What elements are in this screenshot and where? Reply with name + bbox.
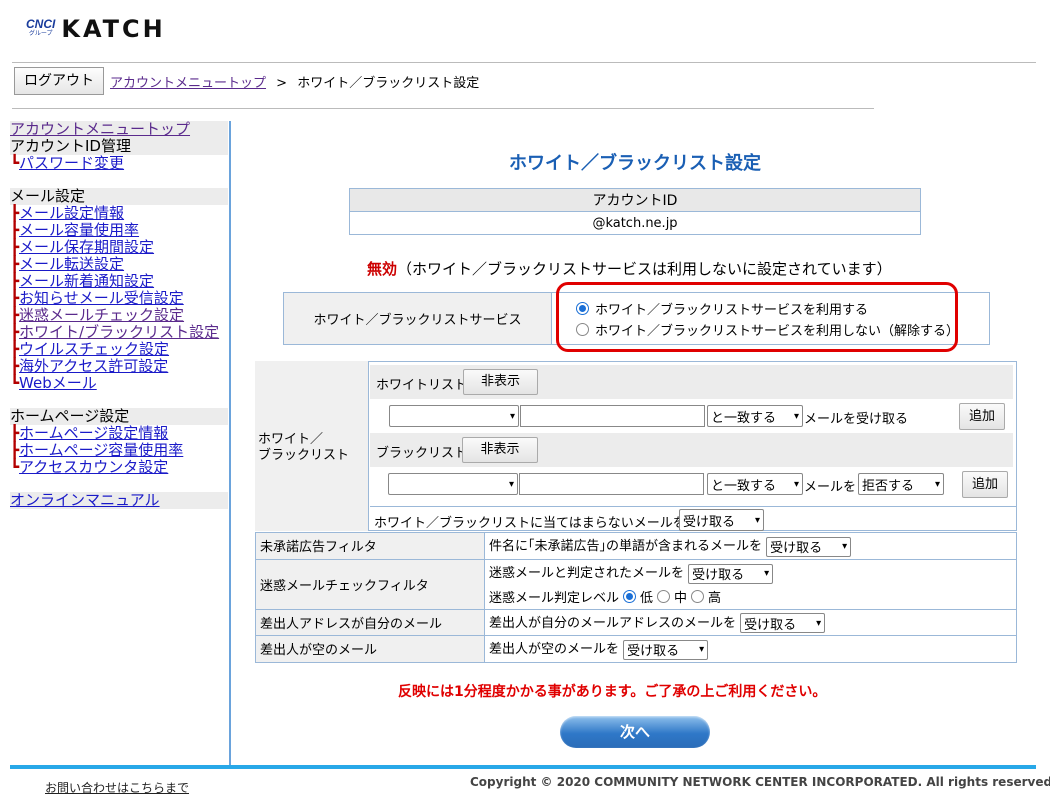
sidebar-link-account-top[interactable]: アカウントメニュートップ <box>10 120 190 138</box>
unmatched-divider <box>370 506 1016 507</box>
spam-level-mid-label: 中 <box>674 590 688 606</box>
spam-level-mid-radio[interactable] <box>657 589 671 603</box>
copyright: Copyright © 2020 COMMUNITY NETWORK CENTE… <box>470 775 1050 789</box>
ad-filter-text: 件名に｢未承諾広告｣の単語が含まれるメールを <box>489 539 763 554</box>
sidebar-link-manual[interactable]: オンラインマニュアル <box>10 491 160 509</box>
blacklist-value-input[interactable] <box>519 473 704 495</box>
breadcrumb-current: ホワイト／ブラックリスト設定 <box>297 76 480 91</box>
sidebar-heading-mail: メール設定 <box>10 188 228 205</box>
sidebar: アカウントメニュートップ アカウントID管理 ┗パスワード変更 メール設定 ┣メ… <box>10 121 230 509</box>
spam-level-low-label: 低 <box>640 590 654 606</box>
sidebar-link-password[interactable]: パスワード変更 <box>19 154 124 172</box>
spam-level-high-label: 高 <box>708 590 722 606</box>
status-text: （ホワイト／ブラックリストサービスは利用しないに設定されています） <box>397 260 892 278</box>
brand-logo: CNCI グループ KATCH <box>26 14 166 44</box>
blacklist-hide-button[interactable]: 非表示 <box>462 437 538 463</box>
sidebar-link-webmail[interactable]: Webメール <box>19 374 97 392</box>
whitelist-field-select[interactable]: ▾ <box>389 405 519 427</box>
sidebar-heading-homepage: ホームページ設定 <box>10 408 228 425</box>
sidebar-link-white-black[interactable]: ホワイト/ブラックリスト設定 <box>19 323 219 341</box>
blacklist-add-button[interactable]: 追加 <box>962 471 1008 498</box>
spam-level-high-radio[interactable] <box>691 589 705 603</box>
sidebar-link-mail-forward[interactable]: メール転送設定 <box>19 255 124 273</box>
sidebar-link-spam-check[interactable]: 迷惑メールチェック設定 <box>19 306 184 324</box>
sidebar-link-counter[interactable]: アクセスカウンタ設定 <box>19 458 168 476</box>
breadcrumb-link-account-top[interactable]: アカウントメニュートップ <box>110 76 266 91</box>
spam-filter-text: 迷惑メールと判定されたメールを <box>489 566 685 582</box>
status-badge: 無効 <box>367 260 398 278</box>
whitelist-add-button[interactable]: 追加 <box>959 403 1005 430</box>
account-id-table: アカウントID @katch.ne.jp <box>349 188 921 235</box>
page-title: ホワイト／ブラックリスト設定 <box>509 153 761 174</box>
blacklist-label: ブラックリスト <box>376 446 468 461</box>
breadcrumb: アカウントメニュートップ > ホワイト／ブラックリスト設定 <box>110 72 479 91</box>
service-label: ホワイト／ブラックリストサービス <box>283 292 552 345</box>
sidebar-link-virus-check[interactable]: ウイルスチェック設定 <box>19 340 169 358</box>
sidebar-heading-account: アカウントID管理 <box>10 138 228 155</box>
whitelist-label: ホワイトリスト <box>376 378 468 393</box>
logout-button[interactable]: ログアウト <box>14 67 104 95</box>
unmatched-text: ホワイト／ブラックリストに当てはまらないメールを <box>374 516 686 531</box>
account-id-value: @katch.ne.jp <box>349 211 921 235</box>
self-sender-label: 差出人アドレスが自分のメール <box>255 608 485 636</box>
next-button[interactable]: 次へ <box>560 716 710 748</box>
sidebar-link-hp-info[interactable]: ホームページ設定情報 <box>19 424 168 442</box>
blacklist-match-select[interactable]: と一致する ▾ <box>707 473 803 495</box>
self-sender-text: 差出人が自分のメールアドレスのメールを <box>489 615 737 631</box>
sidebar-link-mail-notify[interactable]: メール新着通知設定 <box>19 272 154 290</box>
whitelist-hide-button[interactable]: 非表示 <box>463 369 538 395</box>
breadcrumb-separator: > <box>276 76 288 91</box>
spam-level-text: 迷惑メール判定レベル <box>489 590 620 606</box>
spam-filter-select[interactable]: 受け取る ▾ <box>688 563 774 584</box>
wb-label: ホワイト／ ブラックリスト <box>258 432 350 463</box>
whitelist-match-select[interactable]: と一致する ▾ <box>707 405 803 427</box>
ad-filter-select[interactable]: 受け取る ▾ <box>766 536 852 557</box>
notice-text: 反映には1分程度かかる事があります。ご了承の上ご利用ください。 <box>398 684 827 700</box>
whitelist-value-input[interactable] <box>520 405 705 427</box>
spam-level-low-radio[interactable] <box>623 589 637 603</box>
empty-sender-select[interactable]: 受け取る ▾ <box>623 639 709 660</box>
whitelist-action-text: メールを受け取る <box>804 412 909 427</box>
highlight-box <box>556 282 958 352</box>
blacklist-action-select[interactable]: 拒否する ▾ <box>858 473 944 495</box>
unmatched-action-select[interactable]: 受け取る ▾ <box>679 509 764 531</box>
header-rule <box>12 62 1036 63</box>
sidebar-link-hp-usage[interactable]: ホームページ容量使用率 <box>19 441 183 459</box>
sidebar-item: ┗パスワード変更 <box>10 154 125 172</box>
empty-sender-label: 差出人が空のメール <box>255 635 485 663</box>
footer-bar <box>10 765 1036 769</box>
sidebar-link-info-mail[interactable]: お知らせメール受信設定 <box>19 289 184 307</box>
breadcrumb-rule <box>12 108 874 109</box>
katch-wordmark: KATCH <box>61 15 166 43</box>
sidebar-divider <box>229 121 231 766</box>
filter-table: 未承諾広告フィルタ 件名に｢未承諾広告｣の単語が含まれるメールを 受け取る ▾ 迷… <box>255 532 1017 663</box>
contact-link[interactable]: お問い合わせはこちらまで <box>45 779 189 796</box>
sidebar-link-mail-usage[interactable]: メール容量使用率 <box>19 221 139 239</box>
blacklist-field-select[interactable]: ▾ <box>388 473 518 495</box>
empty-sender-text: 差出人が空のメールを <box>489 642 620 657</box>
sidebar-link-mail-info[interactable]: メール設定情報 <box>19 204 124 222</box>
spam-filter-label: 迷惑メールチェックフィルタ <box>255 558 485 610</box>
self-sender-select[interactable]: 受け取る ▾ <box>740 613 826 633</box>
service-status: 無効（ホワイト／ブラックリストサービスは利用しないに設定されています） <box>367 258 892 279</box>
account-id-label: アカウントID <box>349 188 921 212</box>
blacklist-action-text: メールを <box>804 480 857 495</box>
sidebar-link-overseas-access[interactable]: 海外アクセス許可設定 <box>19 357 168 375</box>
cnci-logo: CNCI グループ <box>26 17 56 37</box>
ad-filter-label: 未承諾広告フィルタ <box>255 532 485 560</box>
sidebar-link-mail-retention[interactable]: メール保存期間設定 <box>19 238 154 256</box>
